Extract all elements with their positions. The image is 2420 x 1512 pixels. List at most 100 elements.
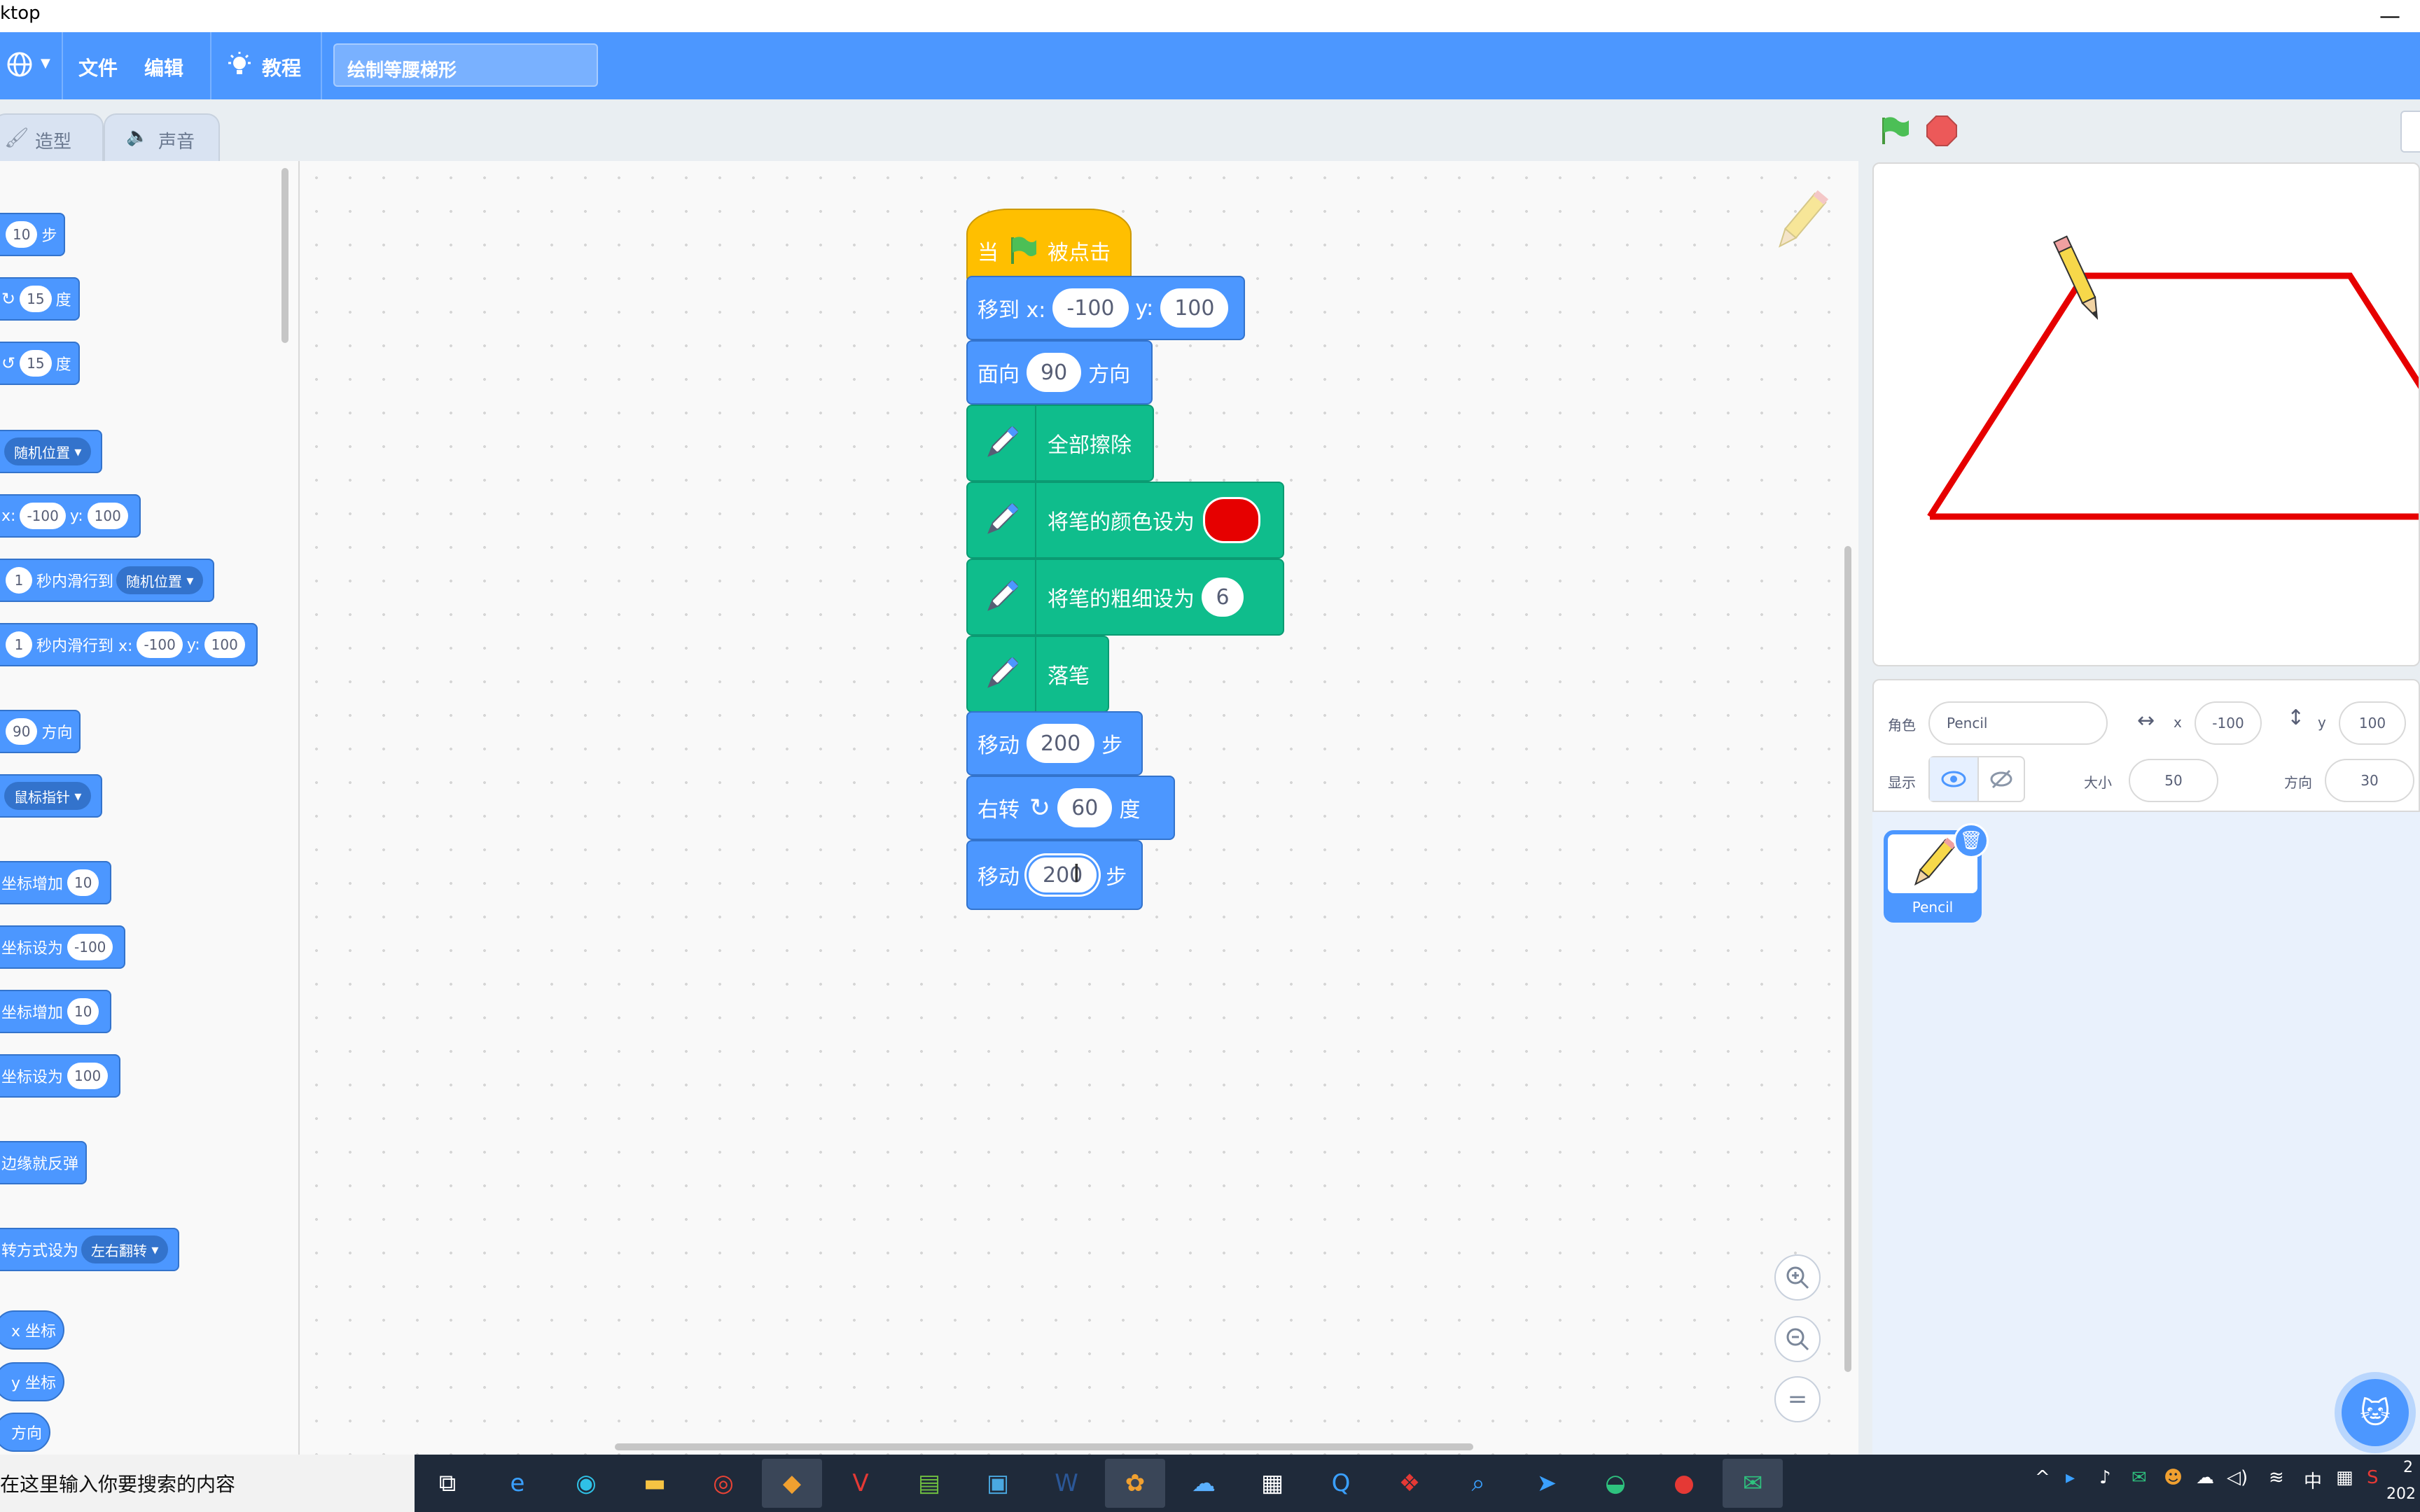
small-stage-button[interactable]	[2400, 111, 2420, 153]
ime-indicator[interactable]: 中	[2304, 1467, 2322, 1493]
tray-volume-icon[interactable]: ◁)	[2227, 1467, 2248, 1488]
palette-input[interactable]: -100	[20, 503, 66, 529]
file-explorer-icon[interactable]: ▬	[625, 1459, 685, 1508]
task-view-icon[interactable]: ⧉	[417, 1459, 478, 1508]
language-menu[interactable]: ▼	[6, 49, 55, 83]
palette-input[interactable]: 10	[67, 998, 99, 1025]
pen-size-input[interactable]: 6	[1202, 578, 1244, 617]
pen-down-block[interactable]: 落笔	[966, 636, 1109, 713]
palette-set-y[interactable]: 坐标设为 100	[0, 1054, 121, 1098]
workspace-hscrollbar[interactable]	[615, 1443, 1473, 1450]
palette-x-position[interactable]: x 坐标	[0, 1310, 65, 1350]
tray-sogou-icon[interactable]: S	[2367, 1467, 2379, 1488]
goto-xy-block[interactable]: 移到 x: -100 y: 100	[966, 276, 1245, 340]
tray-qq-icon[interactable]: ☻	[2164, 1467, 2183, 1488]
palette-input[interactable]: 15	[20, 286, 52, 312]
point-in-direction-block[interactable]: 面向 90 方向	[966, 340, 1153, 405]
tray-mic-icon[interactable]: ♪	[2099, 1467, 2111, 1488]
show-button[interactable]	[1930, 757, 1979, 801]
degrees-input[interactable]: 60	[1057, 788, 1113, 827]
project-title-input[interactable]: 绘制等腰梯形	[333, 43, 598, 87]
palette-set-x[interactable]: 坐标设为 -100	[0, 925, 126, 969]
size-input[interactable]: 50	[2129, 759, 2218, 802]
ie-icon[interactable]: e	[487, 1459, 548, 1508]
move-steps-block[interactable]: 移动 200 步	[966, 711, 1143, 776]
tray-chevron-icon[interactable]: ^	[2035, 1467, 2050, 1488]
palette-turn-left[interactable]: ↺ 15 度	[0, 342, 80, 385]
palette-input[interactable]: 1	[6, 567, 32, 594]
tray-cloud-icon[interactable]: ☁	[2196, 1467, 2214, 1488]
tray-grid-icon[interactable]: ▦	[2336, 1467, 2353, 1488]
flag-app-icon[interactable]: ▦	[1242, 1459, 1302, 1508]
palette-rotation-style[interactable]: 转方式设为 左右翻转 ▾	[0, 1228, 180, 1271]
palette-input[interactable]: -100	[67, 934, 113, 960]
palette-input[interactable]: 10	[6, 221, 38, 248]
add-sprite-button[interactable]: 🐱	[2342, 1379, 2409, 1446]
palette-dropdown[interactable]: 随机位置 ▾	[116, 566, 204, 594]
minimize-button[interactable]: —	[2379, 4, 2400, 29]
tutorials-button[interactable]: 教程	[225, 50, 302, 84]
steps-input[interactable]: 200	[1027, 724, 1095, 763]
palette-change-y[interactable]: 坐标增加 10	[0, 990, 112, 1033]
direction-input[interactable]: 30	[2325, 759, 2414, 802]
palette-input[interactable]: 1	[6, 631, 32, 658]
palette-move-steps[interactable]: 10 步	[0, 213, 66, 256]
set-pen-size-block[interactable]: 将笔的粗细设为 6	[966, 559, 1284, 636]
bird-app-icon[interactable]: ●	[1654, 1459, 1714, 1508]
chrome-icon[interactable]: ◎	[693, 1459, 753, 1508]
y-input[interactable]: 100	[2339, 701, 2406, 745]
zoom-reset-button[interactable]: =	[1774, 1376, 1821, 1422]
palette-dropdown[interactable]: 左右翻转 ▾	[81, 1236, 169, 1264]
palette-bounce[interactable]: 边缘就反弹	[0, 1141, 88, 1184]
baidu-netdisk-icon[interactable]: ☁	[1174, 1459, 1234, 1508]
tab-sounds[interactable]: 🔈 声音	[104, 113, 220, 161]
palette-turn-right[interactable]: ↻ 15 度	[0, 277, 80, 321]
direction-input[interactable]: 90	[1027, 353, 1082, 392]
360-browser-icon[interactable]: ◒	[1585, 1459, 1646, 1508]
palette-direction[interactable]: 方向	[0, 1413, 51, 1452]
workspace-vscrollbar[interactable]	[1844, 546, 1851, 1372]
palette-glide-xy[interactable]: 1 秒内滑行到 x: -100 y: 100	[0, 623, 258, 666]
goto-x-input[interactable]: -100	[1052, 288, 1129, 328]
q-app-icon[interactable]: Q	[1311, 1459, 1371, 1508]
steps-input[interactable]: 200	[1027, 855, 1099, 895]
palette-dropdown[interactable]: 随机位置 ▾	[4, 438, 92, 465]
turn-right-block[interactable]: 右转 ↻ 60 度	[966, 776, 1175, 840]
palette-glide-to[interactable]: 1 秒内滑行到 随机位置 ▾	[0, 559, 215, 602]
window-app-icon[interactable]: ▣	[968, 1459, 1028, 1508]
palette-goto-xy[interactable]: x: -100 y: 100	[0, 494, 141, 538]
palette-input[interactable]: 15	[20, 350, 52, 377]
palette-input[interactable]: 100	[204, 631, 245, 658]
when-flag-clicked-block[interactable]: 当 被点击	[966, 209, 1132, 283]
tray-app-icon[interactable]: ▸	[2066, 1467, 2075, 1488]
palette-scrollbar[interactable]	[281, 168, 288, 343]
goto-y-input[interactable]: 100	[1160, 288, 1229, 328]
palette-change-x[interactable]: 坐标增加 10	[0, 861, 112, 904]
v-app-icon[interactable]: V	[830, 1459, 891, 1508]
palette-point-towards[interactable]: 鼠标指针 ▾	[0, 774, 103, 818]
notes-app-icon[interactable]: ▤	[899, 1459, 959, 1508]
stop-button[interactable]	[1924, 113, 1959, 148]
tray-wifi-icon[interactable]: ≋	[2269, 1467, 2284, 1488]
taskbar-search-input[interactable]: 在这里输入你要搜索的内容	[0, 1455, 415, 1512]
bookmark-app-icon[interactable]: ➤	[1517, 1459, 1577, 1508]
palette-input[interactable]: 90	[6, 718, 38, 745]
clock-date[interactable]: 202	[2386, 1485, 2416, 1503]
palette-y-position[interactable]: y 坐标	[0, 1362, 65, 1401]
word-icon[interactable]: W	[1036, 1459, 1097, 1508]
palette-input[interactable]: 100	[87, 503, 128, 529]
palette-goto[interactable]: 随机位置 ▾	[0, 430, 103, 473]
gift-app-icon[interactable]: ❖	[1379, 1459, 1440, 1508]
tray-wechat-icon[interactable]: ✉	[2132, 1467, 2147, 1488]
x-input[interactable]: -100	[2195, 701, 2262, 745]
palette-input[interactable]: 100	[67, 1063, 109, 1089]
palette-dropdown[interactable]: 鼠标指针 ▾	[4, 782, 92, 810]
palette-app-icon[interactable]: ✿	[1105, 1459, 1165, 1508]
edit-menu[interactable]: 编辑	[144, 53, 183, 81]
palette-input[interactable]: -100	[137, 631, 183, 658]
scratch-app-icon[interactable]: ◆	[762, 1459, 822, 1508]
set-pen-color-block[interactable]: 将笔的颜色设为	[966, 482, 1284, 559]
edge-icon[interactable]: ◉	[556, 1459, 616, 1508]
sprite-name-input[interactable]: Pencil	[1928, 701, 2108, 745]
zoom-out-button[interactable]	[1774, 1316, 1821, 1362]
